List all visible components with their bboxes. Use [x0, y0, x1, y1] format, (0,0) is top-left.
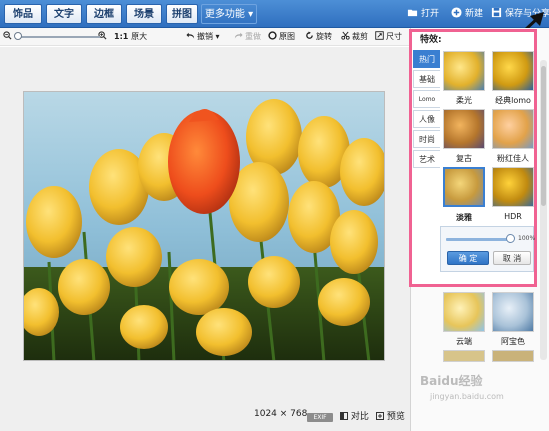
category-art[interactable]: 艺术: [413, 150, 440, 168]
crop-label: 裁剪: [352, 32, 368, 41]
open-button[interactable]: 打开: [407, 6, 439, 22]
category-fashion[interactable]: 时尚: [413, 130, 440, 148]
effect-thumb-classic-lomo[interactable]: [492, 51, 534, 91]
effect-label: 粉红佳人: [497, 154, 529, 163]
effect-thumb-abao[interactable]: [492, 292, 534, 332]
baidu-watermark-logo: Baidu经验: [420, 374, 483, 388]
preview-label: 预览: [386, 412, 405, 422]
chevron-down-icon: ▾: [248, 9, 254, 20]
redo-label: 重做: [245, 32, 261, 41]
new-label: 新建: [465, 9, 484, 19]
intensity-value: 100%: [518, 235, 536, 242]
actual-size-button[interactable]: 1:1 原大: [114, 31, 147, 43]
original-circle-icon: [268, 31, 277, 40]
intensity-slider-handle[interactable]: [506, 234, 515, 243]
confirm-button[interactable]: 确 定: [447, 251, 489, 265]
tulip-photo: [23, 91, 385, 361]
cancel-button[interactable]: 取 消: [493, 251, 531, 265]
category-hot[interactable]: 热门: [413, 50, 440, 68]
plus-circle-icon: [451, 7, 462, 18]
effect-label: 云端: [456, 337, 472, 346]
scissors-icon: [341, 31, 350, 40]
compare-icon: [340, 412, 348, 420]
effect-label-selected: 淡雅: [456, 213, 472, 222]
effect-thumb-partial[interactable]: [443, 350, 485, 362]
effect-thumb-soft-light[interactable]: [443, 51, 485, 91]
category-basic[interactable]: 基础: [413, 70, 440, 88]
effect-label: 阿宝色: [501, 337, 525, 346]
top-menu-bar: 饰品 文字 边框 场景 拼图 更多功能 ▾ 打开 新建 保存与分享: [0, 0, 549, 28]
exif-button[interactable]: EXIF: [307, 413, 333, 422]
effect-label: 复古: [456, 154, 472, 163]
actual-size-scale: 1:1: [114, 32, 129, 41]
rotate-icon: [306, 31, 313, 39]
tab-decorations[interactable]: 饰品: [4, 4, 42, 24]
undo-label: 撤销: [197, 32, 213, 41]
category-portrait[interactable]: 人像: [413, 110, 440, 128]
tab-collage[interactable]: 拼图: [166, 4, 198, 24]
tab-scenes[interactable]: 场景: [126, 4, 162, 24]
resize-button[interactable]: 尺寸: [375, 31, 402, 43]
original-button[interactable]: 原图: [268, 31, 295, 43]
effect-label: HDR: [504, 212, 522, 221]
zoom-slider-track[interactable]: [16, 36, 100, 38]
effect-thumb-cloud[interactable]: [443, 292, 485, 332]
effect-thumb-hdr[interactable]: [492, 167, 534, 207]
undo-button[interactable]: 撤销 ▾: [186, 31, 220, 43]
crop-button[interactable]: 裁剪: [341, 31, 368, 43]
category-lomo[interactable]: Lomo: [413, 90, 440, 108]
baidu-watermark-url: jingyan.baidu.com: [430, 392, 504, 401]
zoom-slider-handle[interactable]: [14, 32, 22, 40]
more-features-label: 更多功能: [204, 9, 245, 20]
effects-title: 特效:: [420, 35, 442, 45]
canvas-area: [0, 47, 410, 431]
actual-size-label: 原大: [131, 32, 148, 41]
panel-scrollbar-thumb[interactable]: [541, 66, 546, 206]
preview-icon: [376, 412, 384, 420]
tab-frames[interactable]: 边框: [86, 4, 122, 24]
undo-icon: [186, 32, 195, 39]
more-features-menu[interactable]: 更多功能 ▾: [201, 4, 257, 24]
tulip-photo-image: [24, 92, 384, 360]
rotate-label: 旋转: [316, 32, 332, 41]
rotate-button[interactable]: 旋转: [305, 31, 332, 43]
compare-label: 对比: [350, 412, 369, 422]
chevron-down-icon: ▾: [213, 32, 220, 41]
tab-text[interactable]: 文字: [46, 4, 82, 24]
effect-thumb-pink-lady[interactable]: [492, 109, 534, 149]
original-label: 原图: [279, 32, 295, 41]
open-label: 打开: [421, 9, 440, 19]
intensity-slider-track[interactable]: [446, 238, 510, 241]
effect-label: 经典lomo: [495, 96, 531, 105]
effect-thumb-elegant[interactable]: [443, 167, 485, 207]
effect-label: 柔光: [456, 96, 472, 105]
effect-thumb-partial[interactable]: [492, 350, 534, 362]
new-button[interactable]: 新建: [451, 6, 483, 22]
redo-icon: [234, 32, 243, 39]
zoom-out-icon[interactable]: [3, 31, 14, 43]
folder-icon: [407, 9, 418, 17]
redo-button[interactable]: 重做: [234, 31, 261, 43]
resize-icon: [375, 31, 384, 40]
resize-label: 尺寸: [386, 32, 402, 41]
effect-thumb-retro[interactable]: [443, 109, 485, 149]
